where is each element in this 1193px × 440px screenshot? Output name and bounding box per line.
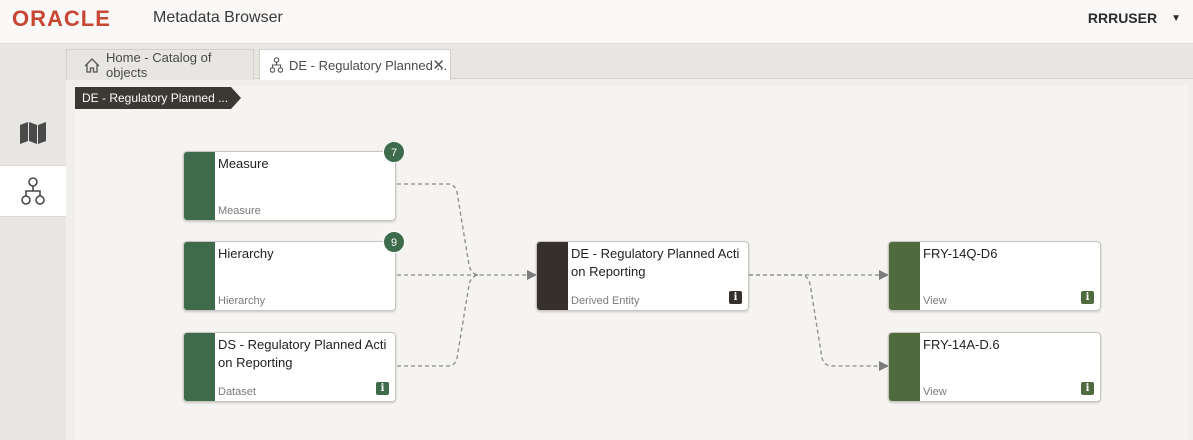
node-title: Hierarchy <box>218 246 274 261</box>
node-hierarchy[interactable]: Hierarchy Hierarchy <box>183 241 396 311</box>
node-color-bar <box>889 242 920 310</box>
edge-derived-view2 <box>749 274 889 371</box>
node-title: DS - Regulatory Planned Acti on Reportin… <box>218 337 387 370</box>
node-title: Measure <box>218 156 269 171</box>
info-icon[interactable]: i <box>1081 382 1094 395</box>
node-view-fry14a[interactable]: FRY-14A-D.6 View i <box>888 332 1101 402</box>
node-color-bar <box>889 333 920 401</box>
info-icon[interactable]: i <box>1081 291 1094 304</box>
count-badge[interactable]: 7 <box>383 141 405 163</box>
node-view-fry14q[interactable]: FRY-14Q-D6 View i <box>888 241 1101 311</box>
node-dataset[interactable]: DS - Regulatory Planned Acti on Reportin… <box>183 332 396 402</box>
node-title: FRY-14A-D.6 <box>923 337 1000 352</box>
node-type: Hierarchy <box>218 295 266 307</box>
node-color-bar <box>184 242 215 310</box>
node-type: Measure <box>218 205 261 217</box>
node-type: View <box>923 295 947 307</box>
edge-dataset-derived <box>397 274 481 367</box>
node-color-bar <box>537 242 568 310</box>
info-icon[interactable]: i <box>376 382 389 395</box>
info-icon[interactable]: i <box>729 291 742 304</box>
node-type: View <box>923 386 947 398</box>
node-type: Derived Entity <box>571 295 640 307</box>
count-badge[interactable]: 9 <box>383 231 405 253</box>
node-color-bar <box>184 152 215 220</box>
node-title: DE - Regulatory Planned Acti on Reportin… <box>571 246 740 279</box>
node-type: Dataset <box>218 386 256 398</box>
node-derived-entity[interactable]: DE - Regulatory Planned Acti on Reportin… <box>536 241 749 311</box>
node-measure[interactable]: Measure Measure <box>183 151 396 221</box>
node-color-bar <box>184 333 215 401</box>
edge-measure-derived <box>397 183 481 276</box>
node-title: FRY-14Q-D6 <box>923 246 998 261</box>
